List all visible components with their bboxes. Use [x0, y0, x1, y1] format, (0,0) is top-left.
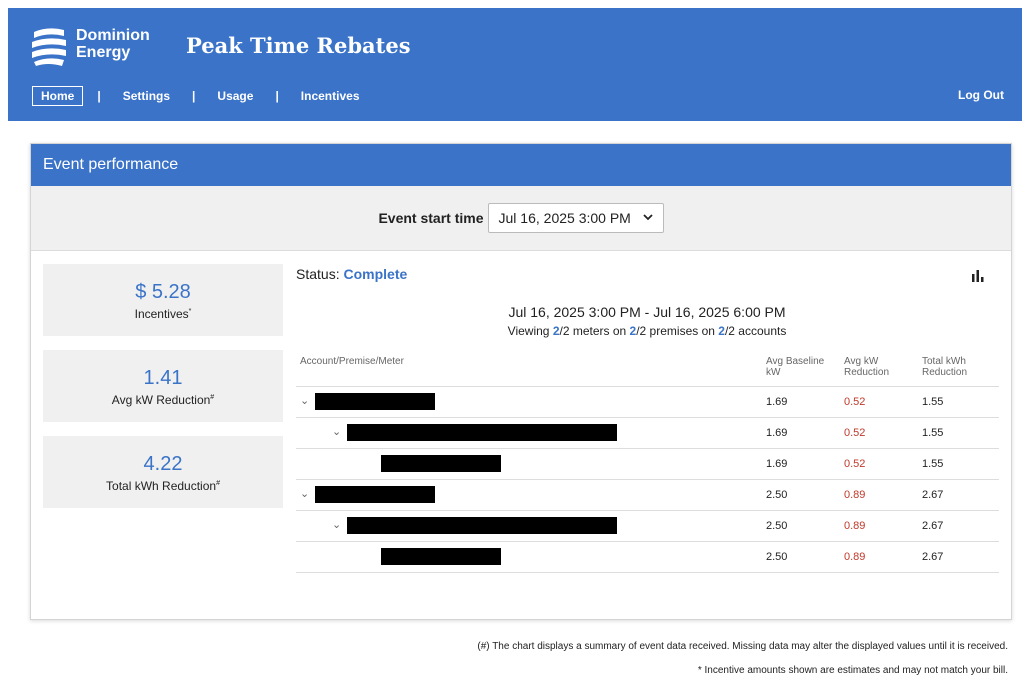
- redacted-name: [381, 548, 501, 565]
- redacted-name: [315, 393, 436, 410]
- baseline-cell: 1.69: [762, 448, 840, 480]
- nav-separator: |: [97, 89, 101, 103]
- baseline-cell: 2.50: [762, 510, 840, 542]
- nav-usage[interactable]: Usage: [209, 87, 261, 105]
- brand-name: Dominion Energy: [76, 27, 150, 61]
- caret-icon[interactable]: ⌄: [332, 518, 344, 531]
- reduction-cell: 0.52: [840, 417, 918, 449]
- stat-value: $ 5.28: [135, 281, 191, 303]
- nav-separator: |: [275, 89, 279, 103]
- footnote-hash: (#) The chart displays a summary of even…: [477, 641, 1008, 652]
- app-header: Dominion Energy Peak Time Rebates Home |…: [8, 8, 1022, 121]
- nav-separator: |: [192, 89, 196, 103]
- redacted-name: [315, 486, 436, 503]
- event-time-range: Jul 16, 2025 3:00 PM - Jul 16, 2025 6:00…: [508, 304, 786, 320]
- meter-cell: [296, 541, 762, 573]
- reduction-cell: 0.52: [840, 386, 918, 418]
- event-start-label: Event start time: [378, 210, 484, 226]
- baseline-cell: 2.50: [762, 479, 840, 511]
- reduction-cell: 0.89: [840, 510, 918, 542]
- stat-label: Total kWh Reduction#: [106, 479, 220, 493]
- total-cell: 2.67: [918, 541, 999, 573]
- premise-cell: ⌄: [296, 510, 762, 542]
- footnote-star: * Incentive amounts shown are estimates …: [697, 665, 1008, 676]
- reduction-cell: 0.89: [840, 479, 918, 511]
- caret-icon[interactable]: ⌄: [300, 394, 312, 407]
- nav-incentives[interactable]: Incentives: [293, 87, 368, 105]
- main-nav: Home | Settings | Usage | Incentives: [32, 85, 368, 107]
- table-row[interactable]: ⌄ 2.50 0.89 2.67: [296, 479, 999, 511]
- stat-value: 1.41: [143, 367, 183, 389]
- meter-cell: [296, 448, 762, 480]
- redacted-name: [381, 455, 501, 472]
- table-row[interactable]: ⌄ 1.69 0.52 1.55: [296, 386, 999, 418]
- total-cell: 1.55: [918, 386, 999, 418]
- app-title: Peak Time Rebates: [186, 33, 411, 58]
- col-baseline: Avg Baseline kW: [762, 352, 840, 387]
- col-account: Account/Premise/Meter: [296, 352, 762, 387]
- col-total: Total kWh Reduction: [918, 352, 999, 387]
- baseline-cell: 1.69: [762, 417, 840, 449]
- account-cell: ⌄: [296, 479, 762, 511]
- chevron-down-icon: [642, 211, 653, 225]
- total-cell: 2.67: [918, 510, 999, 542]
- table-row[interactable]: 2.50 0.89 2.67: [296, 541, 999, 573]
- stat-value: 4.22: [143, 453, 183, 475]
- nav-settings[interactable]: Settings: [115, 87, 178, 105]
- bar-chart-icon[interactable]: [971, 268, 985, 282]
- caret-icon[interactable]: ⌄: [332, 425, 344, 438]
- table-row[interactable]: 1.69 0.52 1.55: [296, 448, 999, 480]
- redacted-name: [347, 424, 618, 441]
- redacted-name: [347, 517, 618, 534]
- nav-home[interactable]: Home: [32, 86, 84, 106]
- table-row[interactable]: ⌄ 1.69 0.52 1.55: [296, 417, 999, 449]
- event-status: Status: Complete: [296, 266, 408, 282]
- avg-kw-stat: 1.41 Avg kW Reduction#: [43, 350, 283, 422]
- table-row[interactable]: ⌄ 2.50 0.89 2.67: [296, 510, 999, 542]
- total-kwh-stat: 4.22 Total kWh Reduction#: [43, 436, 283, 508]
- total-cell: 1.55: [918, 448, 999, 480]
- filter-bar: Event start time Jul 16, 2025 3:00 PM: [31, 186, 1011, 251]
- reduction-cell: 0.52: [840, 448, 918, 480]
- event-start-value: Jul 16, 2025 3:00 PM: [498, 210, 631, 226]
- total-cell: 2.67: [918, 479, 999, 511]
- incentives-stat: $ 5.28 Incentives*: [43, 264, 283, 336]
- dominion-logo-icon: [32, 28, 66, 66]
- col-reduction: Avg kW Reduction: [840, 352, 918, 387]
- caret-icon[interactable]: ⌄: [300, 487, 312, 500]
- viewing-summary: Viewing 2/2 meters on 2/2 premises on 2/…: [507, 324, 787, 338]
- total-cell: 1.55: [918, 417, 999, 449]
- event-performance-card: Event performance Event start time Jul 1…: [30, 143, 1012, 620]
- premise-cell: ⌄: [296, 417, 762, 449]
- baseline-cell: 1.69: [762, 386, 840, 418]
- status-value: Complete: [343, 266, 408, 282]
- account-cell: ⌄: [296, 386, 762, 418]
- meter-table: Account/Premise/Meter Avg Baseline kW Av…: [296, 352, 999, 573]
- dominion-logo[interactable]: Dominion Energy: [30, 24, 162, 72]
- baseline-cell: 2.50: [762, 541, 840, 573]
- event-start-select[interactable]: Jul 16, 2025 3:00 PM: [487, 203, 664, 233]
- reduction-cell: 0.89: [840, 541, 918, 573]
- logout-link[interactable]: Log Out: [958, 88, 1004, 102]
- stat-label: Avg kW Reduction#: [111, 393, 215, 407]
- stat-label: Incentives*: [134, 307, 192, 321]
- card-title: Event performance: [31, 144, 1011, 186]
- table-header-row: Account/Premise/Meter Avg Baseline kW Av…: [296, 352, 999, 387]
